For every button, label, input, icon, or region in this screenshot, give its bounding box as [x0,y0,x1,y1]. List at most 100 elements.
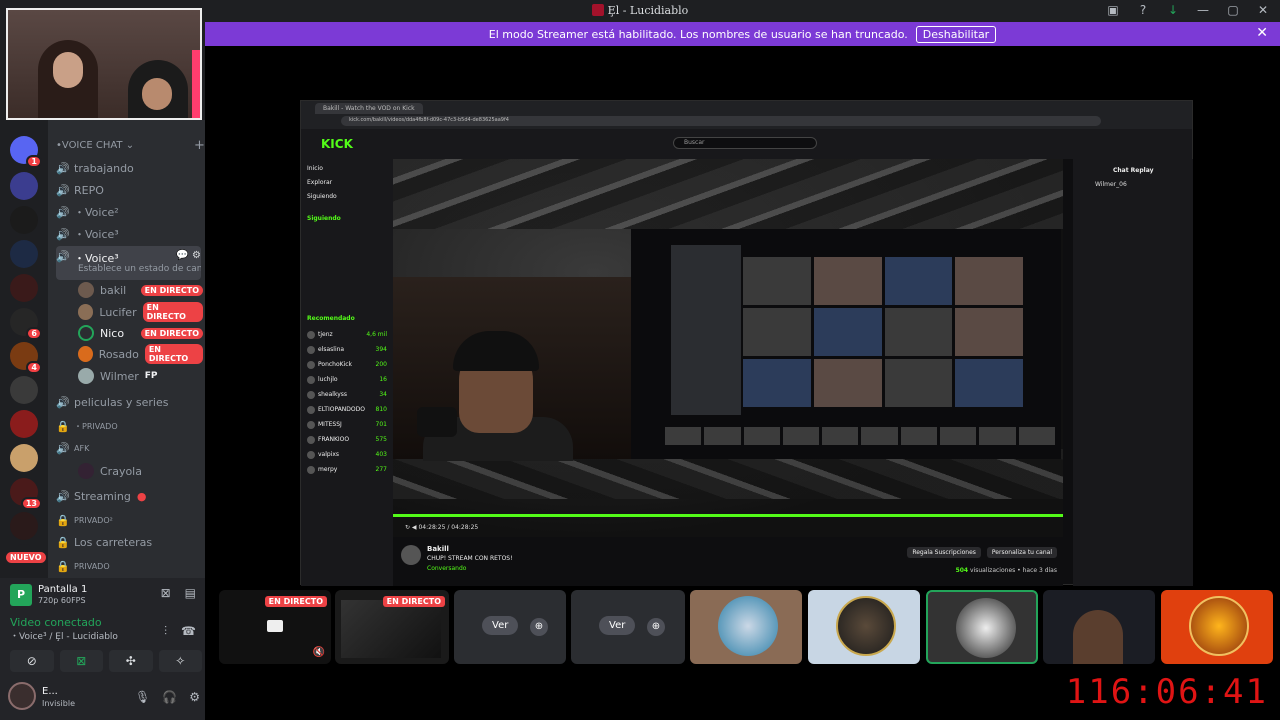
server-icon-respect[interactable] [10,206,38,234]
tile-user-2[interactable] [808,590,920,664]
channel-status-text[interactable]: Establece un estado de canal [78,264,201,274]
activities-button[interactable]: ✣ [109,650,153,672]
voice-user-crayola[interactable]: Crayola [78,461,203,481]
soundboard-button[interactable]: ✧ [158,650,202,672]
channel-repo[interactable]: 🔊 REPO [56,180,201,200]
customize-channel-button[interactable]: Personaliza tu canal [986,547,1057,558]
view-stream-button[interactable]: Ver [599,616,636,635]
voice-user-lucifer[interactable]: Lucifer EN DIRECTO [78,302,203,322]
view-stream-button[interactable]: Ver [482,616,519,635]
kick-sidebar: Inicio Explorar Siguiendo Siguiendo Reco… [301,159,393,586]
kick-logo[interactable]: KICK [321,137,353,151]
voice-user-bakil[interactable]: bakil EN DIRECTO [78,280,203,300]
maximize-icon[interactable]: ▢ [1226,3,1240,17]
minimize-icon[interactable]: — [1196,3,1210,17]
channel-privado-2[interactable]: 🔒 PRIVADO² [56,510,201,530]
disconnect-icon[interactable]: ☎ [181,624,196,639]
server-icon-folder[interactable]: 1 [10,136,42,168]
browser-url[interactable]: kick.com/bakill/videos/dda4fb8f-d09c-47c… [341,116,1101,126]
stop-stream-icon[interactable]: ⊠ [161,586,171,600]
tile-screen-2[interactable]: EN DIRECTO [335,590,449,664]
avatar[interactable] [8,682,36,710]
screen-share-button[interactable]: ⊠ [59,650,103,672]
voice-user-nico[interactable]: Nico EN DIRECTO [78,323,203,343]
channel-privado[interactable]: 🔒 ・PRIVADO [56,416,201,436]
view-stream-icon[interactable]: ⊕ [530,618,548,636]
gear-icon[interactable]: ⚙ [189,690,200,704]
fp-tag: FP [144,371,158,381]
tile-view-1[interactable]: Ver ⊕ [454,590,566,664]
speaker-icon: 🔊 [56,395,70,409]
kick-channel[interactable]: ELTIOPANDODO 810 [307,402,387,417]
tile-screen-1[interactable]: EN DIRECTO 🔇 [219,590,331,664]
channel-voice-3-active[interactable]: 🔊 ・Voice³ 💬 ⚙ Establece un estado de cana… [56,246,201,280]
disable-streamer-button[interactable]: Deshabilitar [915,25,997,43]
stream-settings-icon[interactable]: ▤ [185,586,196,600]
live-badge: EN DIRECTO [140,327,203,339]
title-bar-icons: ▣ ? ↓ — ▢ ✕ [1106,3,1270,17]
tile-user-4[interactable] [1043,590,1155,664]
tile-view-2[interactable]: Ver ⊕ [571,590,685,664]
play-icon[interactable]: ↻ ◀ [405,524,417,531]
tile-user-3[interactable] [926,590,1038,664]
voice-user-wilmer[interactable]: Wilmer FP [78,366,203,386]
server-icon-respect-2[interactable] [10,240,38,268]
help-icon[interactable]: ? [1136,3,1150,17]
server-icon-dog[interactable] [10,376,38,404]
channel-tools-icons[interactable]: 💬 ⚙ [176,250,201,261]
tile-user-5[interactable] [1161,590,1273,664]
browser-tab[interactable]: Bakill - Watch the VOD on Kick [315,103,423,114]
kick-channel[interactable]: valpixs 403 [307,447,387,462]
close-window-icon[interactable]: ✕ [1256,3,1270,17]
nav-siguiendo[interactable]: Siguiendo [307,193,387,207]
download-icon[interactable]: ↓ [1166,3,1180,17]
inbox-icon[interactable]: ▣ [1106,3,1120,17]
nav-inicio[interactable]: Inicio [307,165,387,179]
kick-search[interactable]: Buscar [673,137,817,149]
server-icon-respect-3[interactable] [10,274,38,302]
channel-afk[interactable]: 🔊 AFK [56,438,201,458]
channel-voice-3a[interactable]: 🔊 ・Voice³ [56,224,201,244]
kick-video-player[interactable]: ↻ ◀ 04:28:25 / 04:28:25 [393,159,1063,537]
nested-discord-screen [631,229,1061,459]
channel-voice-2[interactable]: 🔊 ・Voice² [56,202,201,222]
kick-channel[interactable]: PonchoKick 200 [307,357,387,372]
channel-streaming[interactable]: 🔊 Streaming ● [56,486,201,506]
camera-off-button[interactable]: ⊘ [10,650,54,672]
server-icon-anime[interactable] [10,444,38,472]
channel-los-carreteras[interactable]: 🔒 Los carreteras [56,532,201,552]
add-channel-icon[interactable]: + [194,138,205,153]
headphones-icon[interactable]: 🎧 [162,690,177,704]
server-icon-red[interactable]: 13 [10,478,42,510]
avatar [78,325,94,341]
kick-channel[interactable]: tjenz 4,6 mil [307,327,387,342]
avatar[interactable] [401,545,421,565]
video-progress-bar[interactable] [393,514,1063,517]
server-icon-bird[interactable] [10,410,38,438]
kick-channel[interactable]: MITESSJ 701 [307,417,387,432]
muted-icon[interactable]: 🔇 [313,647,325,658]
category-voice-chat[interactable]: •VOICE CHAT ⌄ + [56,138,205,153]
screen-share-icon: P [10,584,32,606]
server-icon-circle[interactable]: 4 [10,342,42,374]
kick-channel[interactable]: shealkyss 34 [307,387,387,402]
microphone-icon[interactable]: 🎙 [135,690,150,704]
gift-subs-button[interactable]: Regala Suscripciones [907,547,981,558]
banner-close-icon[interactable]: ✕ [1256,25,1268,41]
kick-channel[interactable]: merpy 277 [307,462,387,477]
channel-privado-3[interactable]: 🔒 PRIVADO [56,556,201,576]
kick-chat-replay: Chat Replay Wilmer_06 [1073,159,1193,586]
server-icon-skull[interactable] [10,512,38,540]
kick-channel[interactable]: elsaslina 394 [307,342,387,357]
kick-channel[interactable]: luchjlo 16 [307,372,387,387]
channel-trabajando[interactable]: 🔊 trabajando [56,158,201,178]
channel-peliculas[interactable]: 🔊 peliculas y series [56,392,201,412]
server-icon-purple[interactable] [10,172,38,200]
noise-icon[interactable]: ⫶ [164,624,167,639]
view-stream-icon[interactable]: ⊕ [647,618,665,636]
voice-user-rosado[interactable]: Rosado EN DIRECTO [78,344,203,364]
nav-explorar[interactable]: Explorar [307,179,387,193]
kick-channel[interactable]: FRANKIOO 575 [307,432,387,447]
tile-user-1[interactable] [690,590,802,664]
server-icon-wings[interactable]: 6 [10,308,42,340]
